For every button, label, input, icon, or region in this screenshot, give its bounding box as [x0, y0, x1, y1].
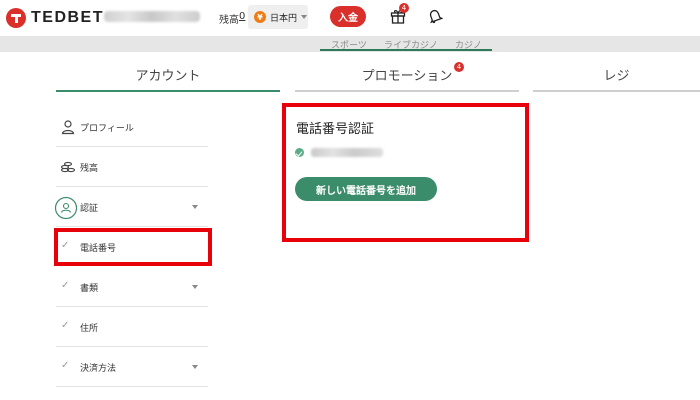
highlight-box-card [282, 103, 529, 242]
sidebar-item-label: 認証 [80, 204, 99, 214]
top-header: TEDBET 残高 0 ¥ 日本円 入金 4 [0, 0, 700, 36]
sidebar-item-verification[interactable]: 認証 [54, 187, 208, 227]
check-icon: ✓ [61, 320, 70, 331]
category-subnav: スポーツ ライブカジノ カジノ [0, 36, 700, 52]
subnav-underline [320, 49, 492, 51]
sidebar-item-payment-methods[interactable]: ✓ 決済方法 [56, 347, 208, 387]
sidebar-item-label: 決済方法 [80, 364, 117, 374]
sidebar-item-documents[interactable]: ✓ 書類 [56, 267, 208, 307]
sidebar-item-profile[interactable]: プロフィール [56, 107, 208, 147]
sidebar-item-label: 住所 [80, 324, 99, 334]
balance-label: 残高 [219, 15, 239, 26]
tab-account-indicator [56, 90, 280, 92]
sidebar-item-label: 書類 [80, 284, 99, 294]
brand-logo[interactable]: TEDBET [6, 8, 104, 28]
tab-promotion-label: プロモーション [361, 69, 453, 84]
tedbet-logo-icon [6, 8, 26, 28]
balance-value[interactable]: 0 [239, 11, 245, 22]
yen-coin-icon: ¥ [254, 11, 266, 23]
user-icon [61, 120, 75, 135]
coins-icon [60, 161, 76, 173]
highlight-box-sidebar [54, 228, 212, 266]
currency-label: 日本円 [270, 13, 298, 24]
sidebar-item-label: プロフィール [80, 124, 134, 134]
tab-register[interactable]: レジ [533, 60, 700, 92]
tab-register-indicator [533, 90, 700, 92]
chevron-down-icon [301, 15, 308, 19]
verification-icon [54, 196, 78, 220]
chevron-down-icon [192, 285, 198, 289]
username-blurred [104, 11, 200, 22]
tab-account-label: アカウント [135, 69, 201, 84]
sidebar-item-label: 残高 [80, 164, 99, 174]
sidebar-item-address[interactable]: ✓ 住所 [56, 307, 208, 347]
tab-promotion[interactable]: プロモーション [295, 60, 519, 92]
brand-name: TEDBET [31, 9, 104, 26]
currency-selector[interactable]: ¥ 日本円 [248, 5, 308, 29]
tab-account[interactable]: アカウント [56, 60, 280, 92]
chevron-down-icon [192, 365, 198, 369]
bell-icon[interactable] [427, 8, 443, 24]
notification-badge: 4 [399, 3, 409, 13]
sidebar-item-balance[interactable]: 残高 [56, 147, 208, 187]
tab-promotion-indicator [295, 90, 519, 92]
check-icon: ✓ [61, 280, 70, 291]
promotion-badge: 4 [454, 62, 464, 72]
chevron-down-icon [192, 205, 198, 209]
tab-register-label: レジ [603, 69, 630, 84]
deposit-button[interactable]: 入金 [330, 6, 366, 27]
check-icon: ✓ [61, 360, 70, 371]
